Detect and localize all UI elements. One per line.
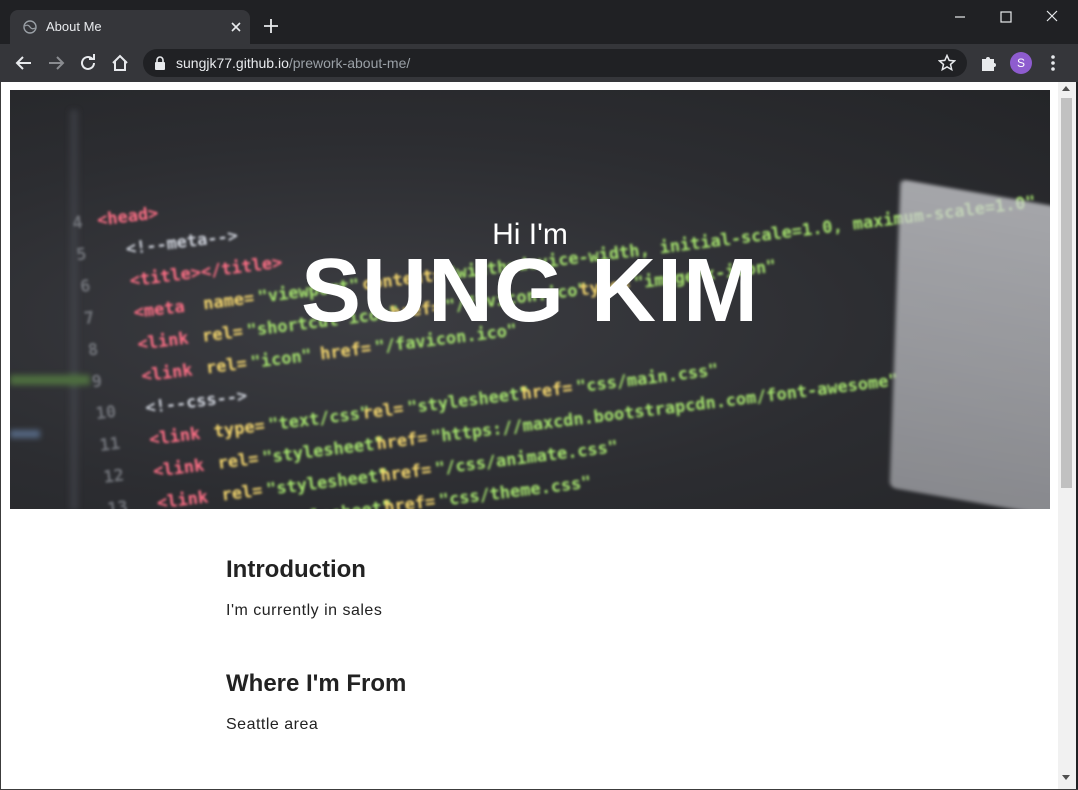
svg-text:"stylesheet": "stylesheet"	[265, 465, 389, 500]
section-body-introduction: I'm currently in sales	[226, 602, 383, 619]
svg-text:href=: href=	[379, 460, 432, 486]
svg-text:"stylesheet": "stylesheet"	[269, 497, 393, 509]
svg-text:9: 9	[91, 372, 104, 393]
reload-icon[interactable]	[78, 53, 98, 73]
main-content: Introduction I'm currently in sales Wher…	[226, 556, 826, 784]
svg-text:type=: type=	[213, 416, 266, 442]
extensions-puzzle-icon[interactable]	[979, 53, 999, 73]
svg-text:<!--css-->: <!--css-->	[144, 386, 248, 418]
home-icon[interactable]	[110, 53, 130, 73]
svg-text:href=: href=	[383, 492, 436, 509]
svg-text:rel=: rel=	[220, 481, 263, 506]
svg-text:rel=: rel=	[217, 449, 260, 474]
svg-text:rel=: rel=	[205, 354, 248, 379]
svg-text:"stylesheet": "stylesheet"	[406, 384, 530, 419]
url-host: sungjk77.github.io	[176, 55, 289, 71]
svg-text:<link: <link	[152, 456, 205, 482]
address-bar[interactable]: sungjk77.github.io/prework-about-me/	[143, 49, 967, 77]
svg-text:"css/main.css": "css/main.css"	[575, 360, 720, 397]
svg-text:"text/css": "text/css"	[267, 403, 371, 435]
svg-text:<link: <link	[140, 360, 193, 386]
svg-text:<link: <link	[156, 487, 209, 509]
forward-arrow-icon[interactable]	[46, 53, 66, 73]
scroll-down-arrow-icon[interactable]	[1062, 775, 1070, 780]
svg-text:href=: href=	[375, 428, 428, 454]
lock-icon	[155, 56, 165, 70]
svg-text:12: 12	[102, 466, 125, 488]
maximize-icon[interactable]	[994, 8, 1018, 28]
globe-icon	[23, 20, 37, 34]
bookmark-star-icon[interactable]	[938, 54, 956, 72]
section-heading-where-from: Where I'm From	[226, 670, 407, 697]
scroll-up-arrow-icon[interactable]	[1062, 86, 1070, 91]
svg-text:"stylesheet": "stylesheet"	[261, 434, 385, 469]
new-tab-icon[interactable]	[262, 17, 280, 35]
svg-text:href=: href=	[520, 378, 573, 404]
kebab-menu-icon[interactable]	[1045, 53, 1061, 73]
close-window-icon[interactable]	[1040, 8, 1064, 28]
svg-text:13: 13	[106, 497, 129, 509]
url-text: sungjk77.github.io/prework-about-me/	[176, 55, 410, 71]
title-bar: About Me	[0, 0, 1078, 44]
vertical-scrollbar[interactable]	[1058, 82, 1076, 789]
svg-text:11: 11	[99, 434, 122, 456]
back-arrow-icon[interactable]	[14, 53, 34, 73]
profile-avatar[interactable]: S	[1010, 52, 1032, 74]
browser-toolbar: sungjk77.github.io/prework-about-me/ S	[0, 44, 1078, 82]
section-body-where-from: Seattle area	[226, 716, 319, 733]
tab-about-me[interactable]: About Me	[10, 10, 250, 44]
svg-text:"css/theme.css": "css/theme.css"	[438, 473, 593, 509]
svg-text:"icon": "icon"	[250, 346, 313, 373]
hero-title: SUNG KIM	[301, 241, 759, 341]
svg-text:10: 10	[95, 402, 118, 424]
url-path: /prework-about-me/	[288, 55, 411, 71]
tab-title: About Me	[46, 19, 102, 34]
section-heading-introduction: Introduction	[226, 556, 366, 583]
page-viewport: 4 <head> 5 <!--meta--> 6 <title></title>…	[1, 82, 1058, 789]
scrollbar-thumb[interactable]	[1061, 98, 1072, 488]
svg-text:<link: <link	[148, 424, 201, 450]
hero-banner: 4 <head> 5 <!--meta--> 6 <title></title>…	[10, 90, 1050, 509]
svg-text:rel=: rel=	[362, 399, 405, 424]
close-tab-icon[interactable]	[228, 19, 244, 35]
minimize-icon[interactable]	[948, 8, 972, 28]
